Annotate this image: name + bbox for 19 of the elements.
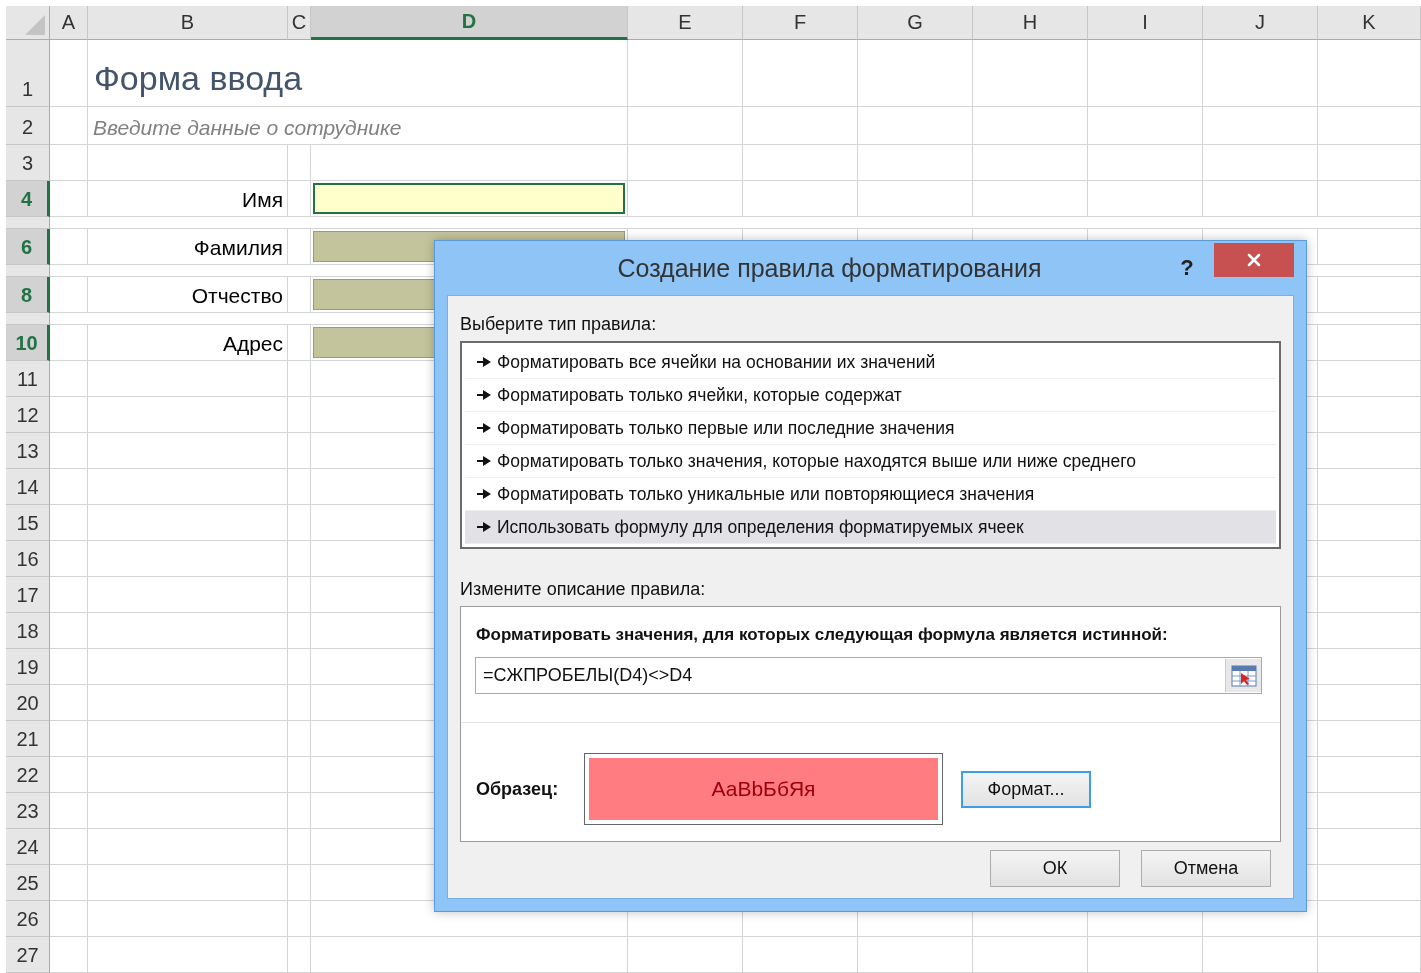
field-label: Фамилия xyxy=(193,236,284,261)
rule-type-text: Форматировать только первые или последние значения xyxy=(497,417,955,439)
rule-type-text: Форматировать все ячейки на основании их значений xyxy=(497,351,936,373)
field-label: Отчество xyxy=(191,284,284,309)
rule-type-text: Форматировать только уникальные или повторяющиеся значения xyxy=(497,483,1035,505)
formula-label: Форматировать значения, для которых следующая формула является истинной: xyxy=(476,625,1168,645)
sample-text: АаBbБбЯя xyxy=(589,758,938,820)
dialog-title: Создание правила форматирования xyxy=(617,253,1042,283)
form-subtitle: Введите данные о сотруднике xyxy=(92,116,402,141)
sample-label: Образец: xyxy=(476,778,560,800)
field-label: Адрес xyxy=(222,332,284,357)
section-label: Измените описание правила: xyxy=(460,579,706,600)
field-label: Имя xyxy=(242,188,284,213)
section-label: Выберите тип правила: xyxy=(460,314,657,335)
formula-text: =СЖПРОБЕЛЫ(D4)<>D4 xyxy=(483,665,693,686)
rule-type-text: Использовать формулу для определения форматируемых ячеек xyxy=(497,516,1024,538)
rule-type-text: Форматировать только значения, которые находятся выше или ниже среднего xyxy=(497,450,1136,472)
form-title: Форма ввода xyxy=(93,59,303,99)
rule-type-text: Форматировать только ячейки, которые содержат xyxy=(497,384,902,406)
